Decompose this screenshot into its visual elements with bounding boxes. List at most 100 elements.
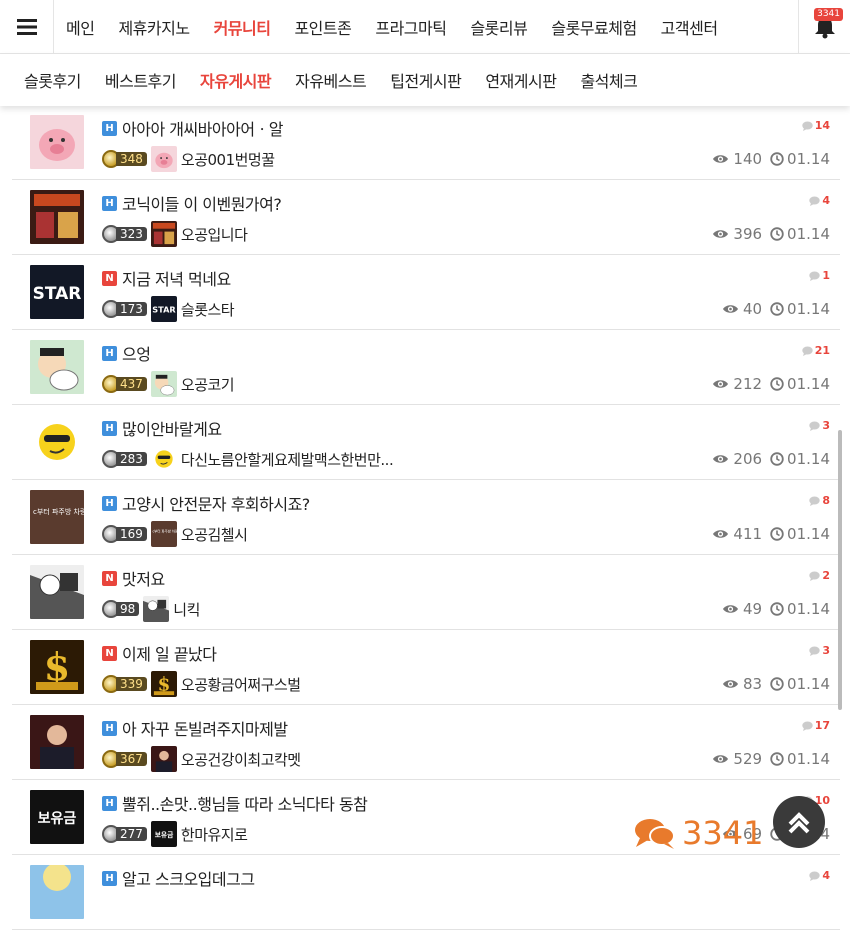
view-count: 83 xyxy=(722,675,762,693)
post-title[interactable]: 알고 스크오입데그그 xyxy=(122,866,255,890)
post-row[interactable]: N 맛저요 2 98 니킥 49 01.14 xyxy=(12,555,840,630)
post-title-line[interactable]: N 지금 저녁 먹네요 xyxy=(102,267,231,289)
post-type-badge: H xyxy=(102,195,117,211)
post-stats: 49 01.14 xyxy=(722,597,830,621)
author-nickname[interactable]: 오공황금어쩌구스벌 xyxy=(181,674,301,695)
post-title-line[interactable]: H 알고 스크오입데그그 xyxy=(102,867,255,889)
speech-bubble-icon xyxy=(801,721,813,731)
post-row[interactable]: H 아아아 개씨바아아어ㆍ알 14 348 오공001번멍꿀 140 01.14 xyxy=(12,105,840,180)
view-count-value: 206 xyxy=(733,450,763,468)
comment-count-value: 3 xyxy=(822,419,830,432)
post-title[interactable]: 지금 저녁 먹네요 xyxy=(122,266,231,290)
top-nav-item[interactable]: 제휴카지노 xyxy=(106,15,201,39)
post-thumbnail[interactable]: STAR xyxy=(30,265,84,319)
author-nickname[interactable]: 한마유지로 xyxy=(181,824,248,845)
post-title[interactable]: 아아아 개씨바아아어ㆍ알 xyxy=(122,116,284,140)
top-nav-item[interactable]: 메인 xyxy=(54,15,106,39)
author-nickname[interactable]: 니킥 xyxy=(173,599,200,620)
top-nav-item[interactable]: 프라그마틱 xyxy=(363,15,458,39)
post-title[interactable]: 맛저요 xyxy=(122,566,165,590)
post-stats: 206 01.14 xyxy=(712,447,830,471)
post-author: 283 다신노름안할게요제발맥스한번만... xyxy=(102,446,394,472)
level-number: 367 xyxy=(116,752,147,766)
post-row[interactable]: STAR N 지금 저녁 먹네요 1 173 STAR 슬롯스타 40 01.14 xyxy=(12,255,840,330)
post-author: 437 오공코기 xyxy=(102,371,235,397)
view-count: 140 xyxy=(712,150,762,168)
author-nickname[interactable]: 오공코기 xyxy=(181,374,235,395)
sub-nav-item[interactable]: 출석체크 xyxy=(568,68,649,92)
post-title[interactable]: 고양시 안전문자 후회하시죠? xyxy=(122,491,310,515)
post-title-line[interactable]: N 이제 일 끝났다 xyxy=(102,642,217,664)
post-stats: 529 01.14 xyxy=(712,747,830,771)
post-thumbnail[interactable] xyxy=(30,115,84,169)
post-thumbnail[interactable] xyxy=(30,415,84,469)
post-title[interactable]: 아 자꾸 돈빌려주지마제발 xyxy=(122,716,288,740)
post-thumbnail[interactable] xyxy=(30,565,84,619)
post-row[interactable]: H 알고 스크오입데그그 4 xyxy=(12,855,840,930)
level-badge: 173 xyxy=(102,300,147,318)
post-thumbnail[interactable]: c부터 파주방 차량정체중, 니 xyxy=(30,490,84,544)
post-row[interactable]: H 코닉이들 이 이벤뭔가여? 4 323 오공입니다 396 01.14 xyxy=(12,180,840,255)
post-thumbnail[interactable] xyxy=(30,190,84,244)
sub-nav-item[interactable]: 슬롯후기 xyxy=(12,68,93,92)
scrollbar[interactable] xyxy=(838,430,842,710)
sub-nav-item[interactable]: 연재게시판 xyxy=(473,68,568,92)
author-nickname[interactable]: 오공입니다 xyxy=(181,224,248,245)
post-title-line[interactable]: H 아 자꾸 돈빌려주지마제발 xyxy=(102,717,288,739)
menu-button[interactable] xyxy=(0,0,54,54)
level-badge: 283 xyxy=(102,450,147,468)
eye-icon xyxy=(713,380,729,388)
post-title[interactable]: 많이안바랄게요 xyxy=(122,416,222,440)
post-title[interactable]: 이제 일 끝났다 xyxy=(122,641,217,665)
sub-nav-item[interactable]: 팁전게시판 xyxy=(378,68,473,92)
post-date: 01.14 xyxy=(770,450,830,468)
top-nav-item[interactable]: 포인트존 xyxy=(282,15,363,39)
comment-count: 1 xyxy=(809,269,830,282)
post-row[interactable]: H 많이안바랄게요 3 283 다신노름안할게요제발맥스한번만... 206 01.14 xyxy=(12,405,840,480)
notification-button[interactable]: 3341 xyxy=(798,0,850,54)
author-nickname[interactable]: 오공김첼시 xyxy=(181,524,248,545)
view-count: 212 xyxy=(712,375,762,393)
hamburger-icon xyxy=(16,18,37,35)
top-nav-item[interactable]: 고객센터 xyxy=(649,15,730,39)
sub-nav-item[interactable]: 베스트후기 xyxy=(93,68,188,92)
post-type-badge: H xyxy=(102,870,117,886)
post-title-line[interactable]: N 맛저요 xyxy=(102,567,165,589)
top-nav-item[interactable]: 커뮤니티 xyxy=(202,15,283,39)
post-thumbnail[interactable] xyxy=(30,340,84,394)
view-count: 411 xyxy=(712,525,762,543)
floating-comment-counter[interactable]: 3341 xyxy=(634,814,763,852)
post-author: 348 오공001번멍꿀 xyxy=(102,146,275,172)
author-nickname[interactable]: 슬롯스타 xyxy=(181,299,235,320)
post-thumbnail[interactable]: $ xyxy=(30,640,84,694)
post-title[interactable]: 으엉 xyxy=(122,341,151,365)
post-title[interactable]: 코닉이들 이 이벤뭔가여? xyxy=(122,191,282,215)
top-nav-item[interactable]: 슬롯무료체험 xyxy=(539,15,648,39)
post-date-value: 01.14 xyxy=(787,375,830,393)
post-title-line[interactable]: H 뿔쥐..손맛..행님들 따라 소닉다타 동참 xyxy=(102,791,368,815)
author-nickname[interactable]: 오공건강이최고칵멧 xyxy=(181,749,301,770)
post-thumbnail[interactable] xyxy=(30,715,84,769)
post-row[interactable]: H 으엉 21 437 오공코기 212 01.14 xyxy=(12,330,840,405)
post-title-line[interactable]: H 고양시 안전문자 후회하시죠? xyxy=(102,492,310,514)
level-badge: 437 xyxy=(102,375,147,393)
top-nav-item[interactable]: 슬롯리뷰 xyxy=(458,15,539,39)
sub-nav-item[interactable]: 자유베스트 xyxy=(283,68,378,92)
post-thumbnail[interactable] xyxy=(30,865,84,919)
post-row[interactable]: $ N 이제 일 끝났다 3 339 $ 오공황금어쩌구스벌 83 01.14 xyxy=(12,630,840,705)
author-nickname[interactable]: 다신노름안할게요제발맥스한번만... xyxy=(181,449,394,470)
author-nickname[interactable]: 오공001번멍꿀 xyxy=(181,149,275,170)
post-title-line[interactable]: H 코닉이들 이 이벤뭔가여? xyxy=(102,191,282,215)
sub-nav-item[interactable]: 자유게시판 xyxy=(188,68,283,92)
post-title-line[interactable]: H 아아아 개씨바아아어ㆍ알 xyxy=(102,116,284,140)
post-title[interactable]: 뿔쥐..손맛..행님들 따라 소닉다타 동참 xyxy=(122,791,368,815)
view-count: 40 xyxy=(722,300,762,318)
post-row[interactable]: c부터 파주방 차량정체중, 니 H 고양시 안전문자 후회하시죠? 8 169 c부터 … xyxy=(12,480,840,555)
scroll-top-button[interactable] xyxy=(773,796,825,848)
post-title-line[interactable]: H 으엉 xyxy=(102,341,151,365)
post-row[interactable]: H 아 자꾸 돈빌려주지마제발 17 367 오공건강이최고칵멧 529 01.14 xyxy=(12,705,840,780)
post-thumbnail[interactable]: 보유금 xyxy=(30,790,84,844)
post-title-line[interactable]: H 많이안바랄게요 xyxy=(102,417,222,439)
level-badge: 323 xyxy=(102,225,147,243)
view-count-value: 529 xyxy=(733,750,763,768)
